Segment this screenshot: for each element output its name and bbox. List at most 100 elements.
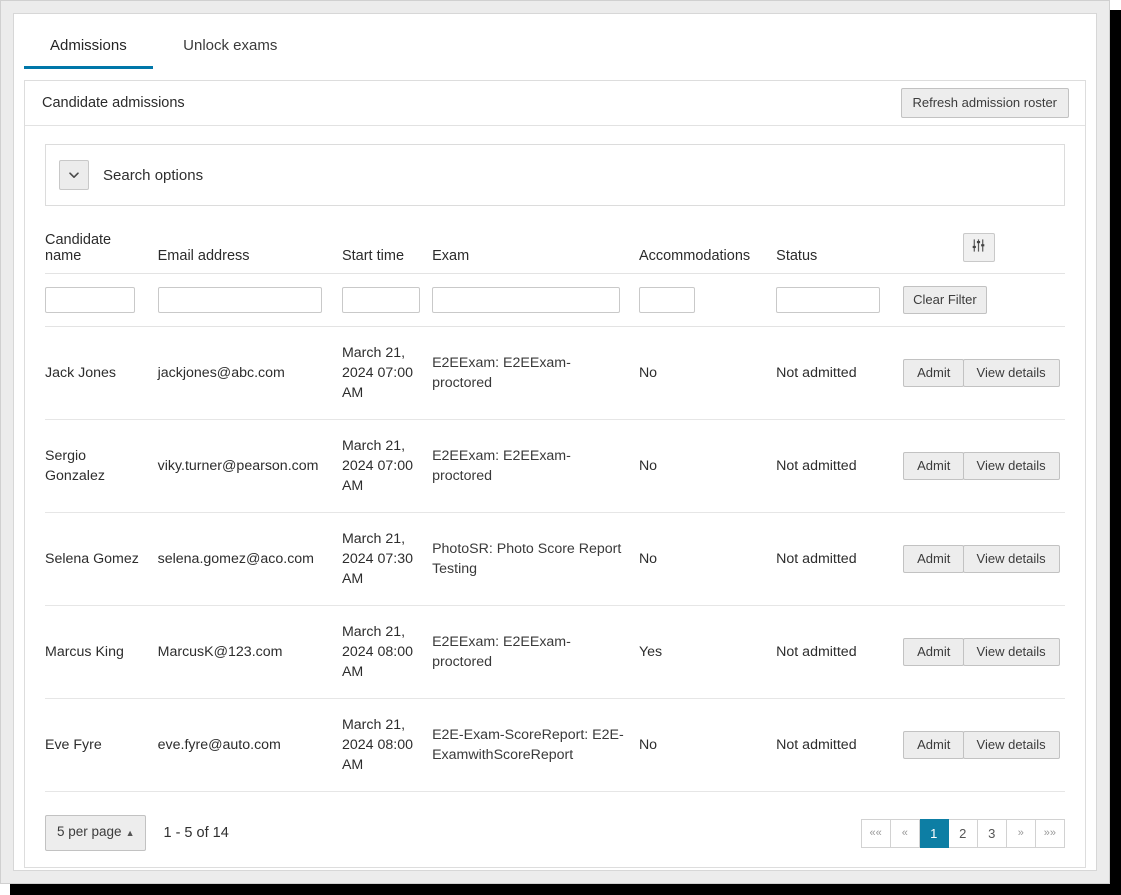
cell-candidate-name: Jack Jones [45, 326, 158, 420]
pagination-prev-button[interactable]: « [890, 818, 920, 848]
table-footer: 5 per page ▲ 1 - 5 of 14 «« « 1 2 3 » »» [25, 802, 1085, 867]
filter-input-accommodations[interactable] [638, 287, 695, 313]
card-header: Candidate admissions Refresh admission r… [25, 81, 1085, 126]
refresh-admission-roster-button[interactable]: Refresh admission roster [900, 88, 1069, 118]
table-filter-row: Clear Filter [45, 273, 1065, 327]
cell-admit: Admit [903, 698, 965, 792]
view-details-button[interactable]: View details [962, 638, 1060, 666]
pagination-page-1[interactable]: 1 [919, 818, 949, 848]
window-shadow-right [1110, 10, 1121, 895]
tab-admissions[interactable]: Admissions [24, 24, 153, 69]
search-options-toggle-button[interactable] [59, 160, 89, 190]
cell-view-details: View details [962, 698, 1065, 792]
view-details-button[interactable]: View details [962, 359, 1060, 387]
column-header-accommodations: Accommodations [638, 232, 777, 274]
cell-accommodations: No [638, 326, 777, 420]
cell-status: Not admitted [776, 605, 904, 699]
cell-start-time: March 21, 2024 08:00 AM [341, 698, 433, 792]
pagination-page-3[interactable]: 3 [977, 818, 1007, 848]
search-options-label: Search options [103, 166, 204, 184]
view-details-button[interactable]: View details [962, 731, 1060, 759]
column-header-start-time: Start time [341, 232, 433, 274]
admit-button[interactable]: Admit [903, 545, 965, 573]
cell-exam: E2EExam: E2EExam-proctored [432, 605, 639, 699]
cell-email-address: viky.turner@pearson.com [157, 419, 342, 513]
table-settings-button[interactable] [962, 233, 995, 262]
result-range-text: 1 - 5 of 14 [163, 825, 229, 841]
table-row: Selena Gomez selena.gomez@aco.com March … [45, 512, 1065, 606]
view-details-button[interactable]: View details [962, 452, 1060, 480]
clear-filter-button[interactable]: Clear Filter [903, 286, 987, 314]
cell-start-time: March 21, 2024 07:00 AM [341, 326, 433, 420]
column-header-candidate-name: Candidate name [45, 232, 158, 274]
filter-input-exam[interactable] [432, 287, 621, 313]
cell-admit: Admit [903, 512, 965, 606]
view-details-button[interactable]: View details [962, 545, 1060, 573]
admit-button[interactable]: Admit [903, 359, 965, 387]
cell-exam: E2EExam: E2EExam-proctored [432, 419, 639, 513]
cell-start-time: March 21, 2024 08:00 AM [341, 605, 433, 699]
table-row: Jack Jones jackjones@abc.com March 21, 2… [45, 326, 1065, 420]
cell-exam: PhotoSR: Photo Score Report Testing [432, 512, 639, 606]
column-header-actions [903, 232, 963, 274]
candidate-admissions-card: Candidate admissions Refresh admission r… [24, 80, 1086, 868]
filter-input-status[interactable] [776, 287, 881, 313]
filter-cell-status [776, 273, 904, 327]
filter-input-email-address[interactable] [157, 287, 322, 313]
cell-accommodations: No [638, 512, 777, 606]
filter-cell-clear: Clear Filter [903, 273, 1065, 327]
cell-start-time: March 21, 2024 07:30 AM [341, 512, 433, 606]
window-shadow-bottom [10, 884, 1121, 895]
sliders-icon [971, 238, 986, 257]
tab-bar: Admissions Unlock exams [24, 24, 1086, 69]
cell-email-address: jackjones@abc.com [157, 326, 342, 420]
pagination-page-2[interactable]: 2 [948, 818, 978, 848]
cell-email-address: selena.gomez@aco.com [157, 512, 342, 606]
pagination: «« « 1 2 3 » »» [860, 818, 1065, 848]
cell-exam: E2EExam: E2EExam-proctored [432, 326, 639, 420]
filter-input-start-time[interactable] [341, 287, 420, 313]
pagination-last-button[interactable]: »» [1035, 818, 1065, 848]
admit-button[interactable]: Admit [903, 452, 965, 480]
cell-status: Not admitted [776, 419, 904, 513]
cell-status: Not admitted [776, 512, 904, 606]
pagination-next-button[interactable]: » [1006, 818, 1036, 848]
admit-button[interactable]: Admit [903, 731, 965, 759]
admit-button[interactable]: Admit [903, 638, 965, 666]
cell-accommodations: No [638, 419, 777, 513]
cell-admit: Admit [903, 326, 965, 420]
cell-view-details: View details [962, 419, 1065, 513]
admissions-table: Candidate name Email address Start time … [45, 232, 1065, 792]
card-body: Search options Candidate name Email addr… [25, 126, 1085, 802]
cell-exam: E2E-Exam-ScoreReport: E2E-ExamwithScoreR… [432, 698, 639, 792]
cell-candidate-name: Sergio Gonzalez [45, 419, 158, 513]
tab-unlock-exams-label: Unlock exams [183, 37, 278, 54]
filter-cell-exam [432, 273, 639, 327]
column-header-status: Status [776, 232, 904, 274]
cell-view-details: View details [962, 326, 1065, 420]
cell-admit: Admit [903, 605, 965, 699]
per-page-dropdown[interactable]: 5 per page ▲ [45, 815, 147, 851]
cell-email-address: eve.fyre@auto.com [157, 698, 342, 792]
column-header-email-address: Email address [157, 232, 342, 274]
filter-cell-email [157, 273, 342, 327]
column-header-settings [962, 232, 1065, 274]
tab-unlock-exams[interactable]: Unlock exams [157, 24, 303, 69]
table-row: Sergio Gonzalez viky.turner@pearson.com … [45, 419, 1065, 513]
cell-admit: Admit [903, 419, 965, 513]
pagination-first-button[interactable]: «« [860, 818, 891, 848]
cell-candidate-name: Eve Fyre [45, 698, 158, 792]
cell-email-address: MarcusK@123.com [157, 605, 342, 699]
table-header-row: Candidate name Email address Start time … [45, 232, 1065, 274]
cell-status: Not admitted [776, 326, 904, 420]
cell-view-details: View details [962, 605, 1065, 699]
column-header-exam: Exam [432, 232, 639, 274]
filter-input-candidate-name[interactable] [45, 287, 135, 313]
cell-start-time: March 21, 2024 07:00 AM [341, 419, 433, 513]
footer-left: 5 per page ▲ 1 - 5 of 14 [45, 815, 229, 851]
tab-admissions-label: Admissions [50, 37, 127, 54]
filter-cell-accommodations [638, 273, 777, 327]
page-title: Candidate admissions [42, 95, 185, 111]
filter-cell-start-time [341, 273, 433, 327]
browser-page-background: Admissions Unlock exams Candidate admiss… [0, 0, 1110, 884]
